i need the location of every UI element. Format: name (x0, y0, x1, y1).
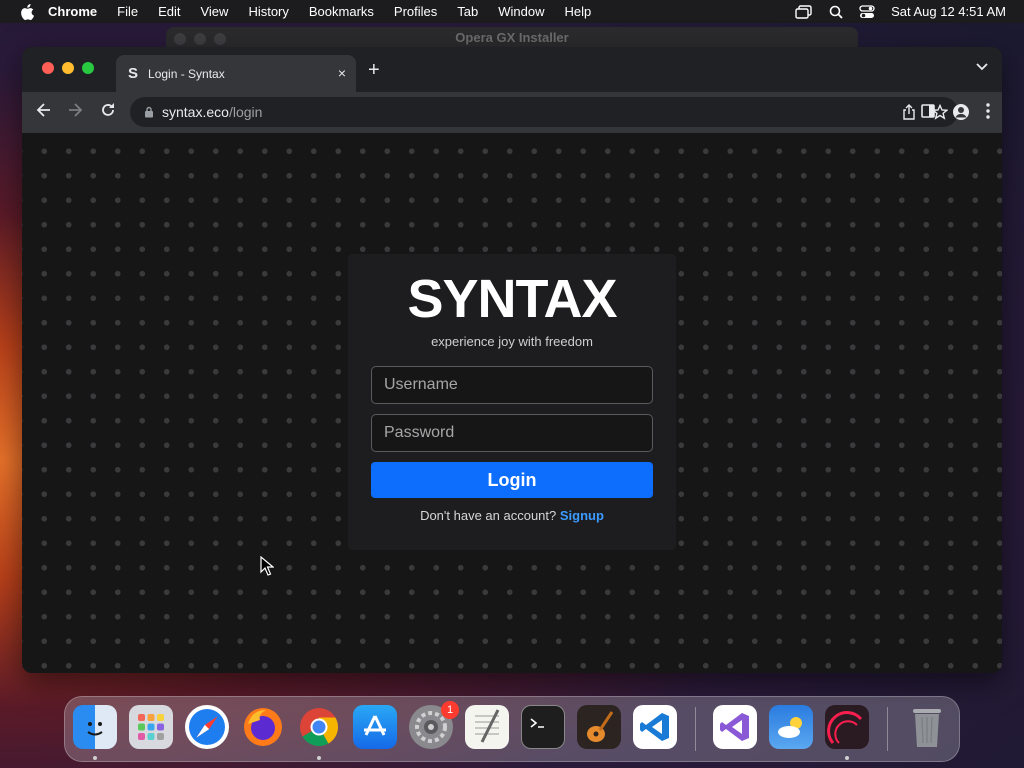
window-controls (42, 62, 94, 74)
dock-textedit-icon[interactable] (465, 705, 509, 749)
close-window-button[interactable] (42, 62, 54, 74)
minimize-window-button[interactable] (62, 62, 74, 74)
background-window-title: Opera GX Installer (455, 30, 569, 45)
control-center-icon[interactable] (859, 4, 875, 19)
menu-bar: Chrome File Edit View History Bookmarks … (0, 0, 1024, 23)
new-tab-button[interactable]: + (368, 59, 380, 82)
login-card: SYNTAX experience joy with freedom Login… (348, 254, 676, 550)
forward-arrow-icon[interactable] (67, 102, 83, 118)
dock-finder-icon[interactable] (73, 705, 117, 749)
mouse-cursor-icon (260, 556, 274, 576)
dock-weather-icon[interactable] (769, 705, 813, 749)
dock-trash-icon[interactable] (905, 705, 949, 749)
url-host: syntax.eco (162, 104, 229, 120)
browser-window: S Login - Syntax × + syntax.eco/login SY… (22, 47, 1002, 673)
url-path: /login (228, 104, 263, 120)
tab-strip: S Login - Syntax × + (22, 47, 1002, 92)
menu-view[interactable]: View (200, 4, 228, 19)
settings-notification-badge: 1 (441, 701, 459, 719)
menu-profiles[interactable]: Profiles (394, 4, 437, 19)
screen-mirroring-icon[interactable] (795, 4, 813, 19)
signup-link[interactable]: Signup (560, 508, 604, 523)
tab-title: Login - Syntax (148, 66, 225, 81)
tagline: experience joy with freedom (431, 334, 593, 349)
menu-clock[interactable]: Sat Aug 12 4:51 AM (891, 4, 1006, 19)
menu-edit[interactable]: Edit (158, 4, 180, 19)
password-input[interactable] (371, 414, 653, 452)
signup-prompt-line: Don't have an account? Signup (348, 508, 676, 523)
dock-launchpad-icon[interactable] (129, 705, 173, 749)
dock-safari-icon[interactable] (185, 705, 229, 749)
zoom-window-button[interactable] (82, 62, 94, 74)
spotlight-search-icon[interactable] (829, 5, 843, 19)
reload-icon[interactable] (100, 102, 116, 118)
address-bar[interactable]: syntax.eco/login (130, 97, 958, 127)
tab-favicon: S (128, 65, 139, 82)
menu-tab[interactable]: Tab (457, 4, 478, 19)
lock-icon[interactable] (144, 106, 154, 118)
side-panel-icon[interactable] (920, 103, 936, 119)
dock-app-store-icon[interactable] (353, 705, 397, 749)
dock-opera-gx-icon[interactable] (825, 705, 869, 749)
dock-terminal-icon[interactable] (521, 705, 565, 749)
dock-visual-studio-icon[interactable] (713, 705, 757, 749)
more-menu-icon[interactable] (986, 103, 990, 119)
menu-history[interactable]: History (248, 4, 288, 19)
username-input[interactable] (371, 366, 653, 404)
browser-toolbar: syntax.eco/login (22, 92, 1002, 133)
tab-search-chevron-icon[interactable] (976, 63, 988, 71)
dock-vscode-icon[interactable] (633, 705, 677, 749)
signup-prompt: Don't have an account? (420, 508, 557, 523)
brand-logo: SYNTAX (407, 269, 617, 329)
page-content: SYNTAX experience joy with freedom Login… (22, 133, 1002, 673)
menu-bookmarks[interactable]: Bookmarks (309, 4, 374, 19)
login-button[interactable]: Login (371, 462, 653, 498)
profile-icon[interactable] (952, 103, 970, 121)
background-window-controls (174, 33, 226, 45)
menu-file[interactable]: File (117, 4, 138, 19)
dock-firefox-icon[interactable] (241, 705, 285, 749)
menu-help[interactable]: Help (565, 4, 592, 19)
dock-chrome-icon[interactable] (297, 705, 341, 749)
back-arrow-icon[interactable] (36, 102, 52, 118)
dock: 1 (64, 696, 960, 762)
share-icon[interactable] (902, 104, 916, 120)
background-window[interactable]: Opera GX Installer (166, 27, 858, 49)
menu-app-name[interactable]: Chrome (48, 4, 97, 19)
tab-close-icon[interactable]: × (338, 65, 346, 81)
apple-icon[interactable] (20, 3, 34, 20)
tab-login-syntax[interactable]: S Login - Syntax × (116, 55, 356, 92)
menu-window[interactable]: Window (498, 4, 544, 19)
dock-garageband-icon[interactable] (577, 705, 621, 749)
